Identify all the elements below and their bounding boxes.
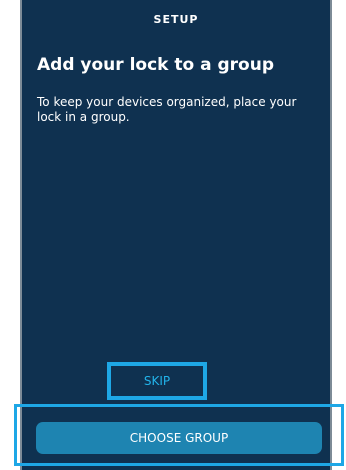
page-title: Add your lock to a group [37,55,275,75]
page-description: To keep your devices organized, place yo… [37,95,297,124]
choose-group-button[interactable]: CHOOSE GROUP [36,422,322,454]
header-title: SETUP [153,13,199,26]
skip-button[interactable]: SKIP [111,366,203,396]
